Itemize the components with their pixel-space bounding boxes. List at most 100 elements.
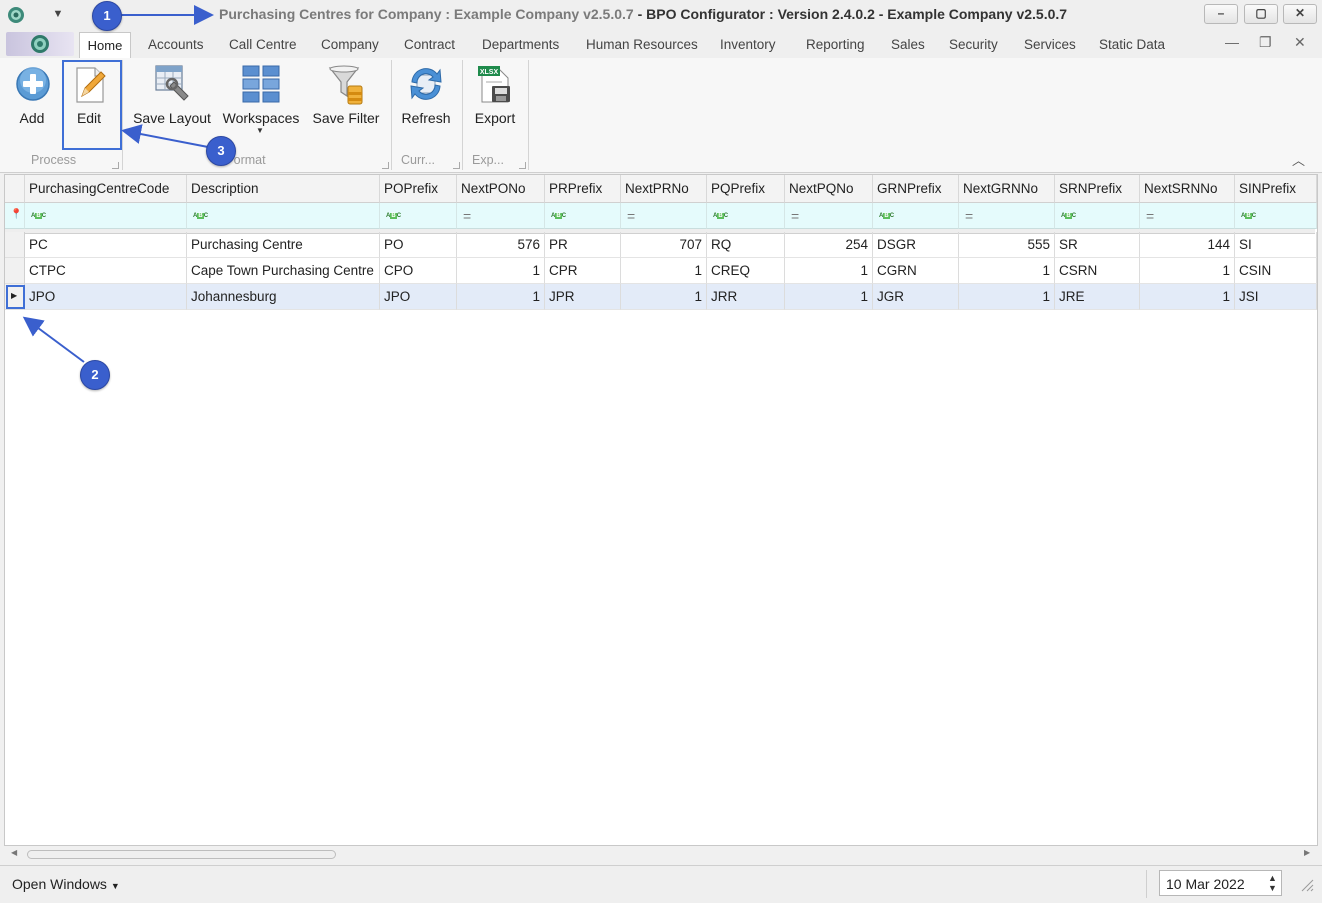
- current-group-launcher-icon[interactable]: [453, 162, 460, 169]
- grid-cell[interactable]: CSIN: [1235, 258, 1317, 284]
- column-header[interactable]: SRNPrefix: [1055, 175, 1140, 203]
- export-group-launcher-icon[interactable]: [519, 162, 526, 169]
- grid-cell[interactable]: CSRN: [1055, 258, 1140, 284]
- grid-cell[interactable]: 1: [457, 258, 545, 284]
- grid-cell[interactable]: JPO: [25, 284, 187, 310]
- grid-cell[interactable]: CPR: [545, 258, 621, 284]
- tab-company[interactable]: Company: [321, 30, 379, 58]
- horizontal-scrollbar[interactable]: ◀ ▶: [5, 847, 1315, 861]
- grid-cell[interactable]: Johannesburg: [187, 284, 380, 310]
- grid-cell[interactable]: JPO: [380, 284, 457, 310]
- grid-cell[interactable]: CPO: [380, 258, 457, 284]
- filter-cell[interactable]: ABC: [1055, 203, 1140, 229]
- grid-cell[interactable]: PC: [25, 232, 187, 258]
- row-indicator[interactable]: [5, 258, 25, 284]
- filter-cell[interactable]: ABC: [873, 203, 959, 229]
- column-header[interactable]: PQPrefix: [707, 175, 785, 203]
- mdi-restore-icon[interactable]: ❐: [1259, 34, 1272, 51]
- column-header[interactable]: Description: [187, 175, 380, 203]
- grid-cell[interactable]: 1: [959, 258, 1055, 284]
- horizontal-scroll-thumb[interactable]: [27, 850, 336, 859]
- grid-cell[interactable]: SI: [1235, 232, 1317, 258]
- refresh-button[interactable]: Refresh: [396, 58, 456, 150]
- grid-cell[interactable]: PO: [380, 232, 457, 258]
- column-header[interactable]: NextPQNo: [785, 175, 873, 203]
- format-group-launcher-icon[interactable]: [382, 162, 389, 169]
- grid-cell[interactable]: RQ: [707, 232, 785, 258]
- filter-cell[interactable]: =: [785, 203, 873, 229]
- minimize-button[interactable]: –: [1204, 4, 1238, 24]
- filter-cell[interactable]: =: [1140, 203, 1235, 229]
- grid-cell[interactable]: 1: [621, 284, 707, 310]
- tab-static-data[interactable]: Static Data: [1099, 30, 1165, 58]
- tab-human-resources[interactable]: Human Resources: [586, 30, 698, 58]
- collapse-ribbon-chevron-up-icon[interactable]: ︿: [1292, 150, 1305, 169]
- column-header[interactable]: PurchasingCentreCode: [25, 175, 187, 203]
- tab-inventory[interactable]: Inventory: [720, 30, 776, 58]
- grid-cell[interactable]: JRE: [1055, 284, 1140, 310]
- grid-cell[interactable]: JRR: [707, 284, 785, 310]
- export-button[interactable]: XLSX Export: [466, 58, 524, 150]
- app-gear-icon[interactable]: [6, 5, 26, 25]
- grid-cell[interactable]: Purchasing Centre: [187, 232, 380, 258]
- grid-cell[interactable]: 1: [1140, 258, 1235, 284]
- grid-cell[interactable]: 1: [1140, 284, 1235, 310]
- tab-departments[interactable]: Departments: [482, 30, 559, 58]
- scroll-right-icon[interactable]: ▶: [1304, 848, 1310, 857]
- column-header[interactable]: GRNPrefix: [873, 175, 959, 203]
- tab-call-centre[interactable]: Call Centre: [229, 30, 297, 58]
- mdi-close-icon[interactable]: ✕: [1294, 34, 1306, 51]
- grid-cell[interactable]: 576: [457, 232, 545, 258]
- filter-cell[interactable]: =: [621, 203, 707, 229]
- process-group-launcher-icon[interactable]: [112, 162, 119, 169]
- grid-cell[interactable]: PR: [545, 232, 621, 258]
- filter-cell[interactable]: ABC: [380, 203, 457, 229]
- tab-accounts[interactable]: Accounts: [148, 30, 204, 58]
- workspaces-button[interactable]: Workspaces ▼: [220, 58, 302, 150]
- grid-cell[interactable]: JPR: [545, 284, 621, 310]
- grid-cell[interactable]: CGRN: [873, 258, 959, 284]
- tab-home[interactable]: Home: [79, 32, 131, 60]
- column-header[interactable]: NextPRNo: [621, 175, 707, 203]
- grid-cell[interactable]: CREQ: [707, 258, 785, 284]
- grid-cell[interactable]: 707: [621, 232, 707, 258]
- grid-cell[interactable]: 254: [785, 232, 873, 258]
- grid-cell[interactable]: 1: [621, 258, 707, 284]
- grid-cell[interactable]: 1: [959, 284, 1055, 310]
- grid-cell[interactable]: 1: [785, 258, 873, 284]
- filter-cell[interactable]: ABC: [25, 203, 187, 229]
- filter-cell[interactable]: ABC: [707, 203, 785, 229]
- column-header[interactable]: NextPONo: [457, 175, 545, 203]
- tab-sales[interactable]: Sales: [891, 30, 925, 58]
- row-indicator[interactable]: [5, 232, 25, 258]
- grid-cell[interactable]: 555: [959, 232, 1055, 258]
- grid-cell[interactable]: 1: [785, 284, 873, 310]
- save-layout-button[interactable]: Save Layout: [130, 58, 214, 150]
- filter-cell[interactable]: =: [457, 203, 545, 229]
- grid-cell[interactable]: 1: [457, 284, 545, 310]
- column-header[interactable]: PRPrefix: [545, 175, 621, 203]
- filter-cell[interactable]: =: [959, 203, 1055, 229]
- resize-grip-icon[interactable]: [1300, 878, 1314, 892]
- date-spin-icon[interactable]: ▲ ▼: [1268, 873, 1277, 893]
- scroll-left-icon[interactable]: ◀: [11, 848, 17, 857]
- grid-cell[interactable]: 144: [1140, 232, 1235, 258]
- tab-reporting[interactable]: Reporting: [806, 30, 865, 58]
- filter-cell[interactable]: ABC: [187, 203, 380, 229]
- open-windows-menu[interactable]: Open Windows ▼: [12, 876, 120, 892]
- column-header[interactable]: POPrefix: [380, 175, 457, 203]
- close-button[interactable]: ✕: [1283, 4, 1317, 24]
- application-menu-button[interactable]: [6, 32, 74, 56]
- grid-cell[interactable]: Cape Town Purchasing Centre: [187, 258, 380, 284]
- tab-contract[interactable]: Contract: [404, 30, 455, 58]
- quick-access-dropdown-icon[interactable]: ▼: [48, 4, 68, 24]
- mdi-minimize-icon[interactable]: —: [1225, 34, 1239, 50]
- save-filter-button[interactable]: Save Filter: [308, 58, 384, 150]
- column-header[interactable]: NextSRNNo: [1140, 175, 1235, 203]
- grid-cell[interactable]: SR: [1055, 232, 1140, 258]
- date-spinner-field[interactable]: 10 Mar 2022 ▲ ▼: [1159, 870, 1282, 896]
- tab-services[interactable]: Services: [1024, 30, 1076, 58]
- grid-cell[interactable]: DSGR: [873, 232, 959, 258]
- column-header[interactable]: NextGRNNo: [959, 175, 1055, 203]
- grid-cell[interactable]: JGR: [873, 284, 959, 310]
